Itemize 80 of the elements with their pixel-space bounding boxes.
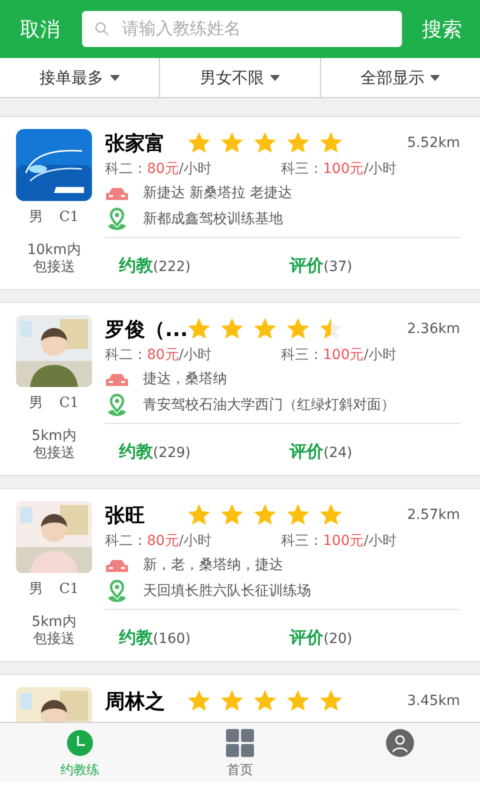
location-text: 天回填长胜六队长征训练场 — [143, 582, 311, 600]
star-icon — [286, 689, 310, 713]
location-text: 青安驾校石油大学西门（红绿灯斜对面） — [143, 396, 395, 414]
star-icon — [187, 317, 211, 341]
book-link[interactable]: 约教(160) — [119, 626, 290, 652]
car-models-text: 捷达，桑塔纳 — [143, 370, 227, 389]
distance-text: 5.52km — [407, 134, 460, 152]
price-text: 科二：80元/小时 — [105, 160, 213, 179]
location-pin-icon — [105, 393, 129, 417]
car-icon — [105, 372, 129, 388]
star-icon — [319, 689, 343, 713]
review-link[interactable]: 评价(20) — [290, 626, 460, 652]
location-pin-icon — [105, 579, 129, 603]
license-label: C1 — [59, 208, 79, 227]
star-icon — [253, 131, 277, 155]
pickup-text: 5km内 — [32, 614, 76, 631]
pickup-text: 包接送 — [33, 445, 75, 462]
caret-icon — [270, 74, 280, 80]
price-text: 科三：100元/小时 — [281, 532, 398, 551]
star-icon — [319, 131, 343, 155]
location-pin-icon — [105, 207, 129, 231]
filter-dropdown[interactable]: 接单最多 — [0, 58, 160, 97]
distance-text: 2.36km — [407, 320, 460, 338]
location-text: 新都成鑫驾校训练基地 — [143, 210, 283, 228]
gender-label: 男 — [29, 394, 44, 413]
gender-label: 男 — [29, 208, 44, 227]
pickup-text: 5km内 — [32, 428, 76, 445]
grid-icon — [226, 729, 254, 757]
distance-text: 2.57km — [407, 506, 460, 524]
filter-dropdown[interactable]: 全部显示 — [320, 58, 480, 97]
clock-icon — [66, 729, 94, 757]
star-icon — [253, 317, 277, 341]
car-icon — [105, 186, 129, 202]
coach-name: 罗俊（... — [105, 316, 187, 343]
book-link[interactable]: 约教(229) — [119, 440, 290, 466]
pickup-text: 包接送 — [33, 631, 75, 648]
star-icon — [220, 503, 244, 527]
review-link[interactable]: 评价(37) — [290, 254, 460, 280]
caret-icon — [110, 74, 120, 80]
filter-dropdown[interactable]: 男女不限 — [159, 58, 320, 97]
coach-card[interactable]: 男 C1 5km内 包接送 罗俊（... 2.36km 科二：80元/小时 科三：100元/小时 捷达，桑塔纳 青安驾校石油大学西门（红绿灯斜对面） 约教(229) 评价(24) — [0, 302, 480, 476]
license-label: C1 — [59, 394, 79, 413]
star-icon — [220, 131, 244, 155]
search-icon — [94, 21, 110, 37]
star-icon — [286, 503, 310, 527]
coach-card[interactable]: 男 C1 10km内 包接送 张家富 5.52km 科二：80元/小时 科三：100元/小时 新捷达 新桑塔拉 老捷达 新都成鑫驾校训练基地 约教(222) 评价(37) — [0, 116, 480, 290]
person-icon — [386, 729, 414, 757]
coach-card[interactable]: 男 C1 5km内 包接送 张旺 2.57km 科二：80元/小时 科三：100元/小时 新，老，桑塔纳，捷达 天回填长胜六队长征训练场 约教(160) 评价(20) — [0, 488, 480, 662]
price-text: 科二：80元/小时 — [105, 346, 213, 365]
car-models-text: 新捷达 新桑塔拉 老捷达 — [143, 184, 292, 203]
star-icon — [187, 131, 211, 155]
pickup-text: 包接送 — [33, 259, 75, 276]
price-text: 科三：100元/小时 — [281, 160, 398, 179]
star-icon — [220, 317, 244, 341]
distance-text: 3.45km — [407, 692, 460, 710]
star-icon — [319, 503, 343, 527]
star-icon — [220, 689, 244, 713]
star-icon — [187, 689, 211, 713]
star-icon — [319, 317, 343, 341]
coach-name: 张旺 — [105, 502, 146, 529]
license-label: C1 — [59, 580, 79, 599]
car-models-text: 新，老，桑塔纳，捷达 — [143, 556, 283, 575]
coach-name: 周林之 — [105, 688, 166, 715]
search-field[interactable]: 请输入教练姓名 — [82, 11, 402, 47]
star-icon — [187, 503, 211, 527]
star-icon — [253, 503, 277, 527]
gender-label: 男 — [29, 580, 44, 599]
star-icon — [253, 689, 277, 713]
price-text: 科二：80元/小时 — [105, 532, 213, 551]
book-link[interactable]: 约教(222) — [119, 254, 290, 280]
coach-name: 张家富 — [105, 130, 166, 157]
tab-button[interactable]: 首页 — [160, 723, 320, 782]
pickup-text: 10km内 — [27, 242, 81, 259]
caret-icon — [430, 74, 440, 80]
price-text: 科三：100元/小时 — [281, 346, 398, 365]
star-icon — [286, 317, 310, 341]
review-link[interactable]: 评价(24) — [290, 440, 460, 466]
star-icon — [286, 131, 310, 155]
coach-card[interactable]: 周林之 3.45km — [0, 674, 480, 722]
car-icon — [105, 558, 129, 574]
